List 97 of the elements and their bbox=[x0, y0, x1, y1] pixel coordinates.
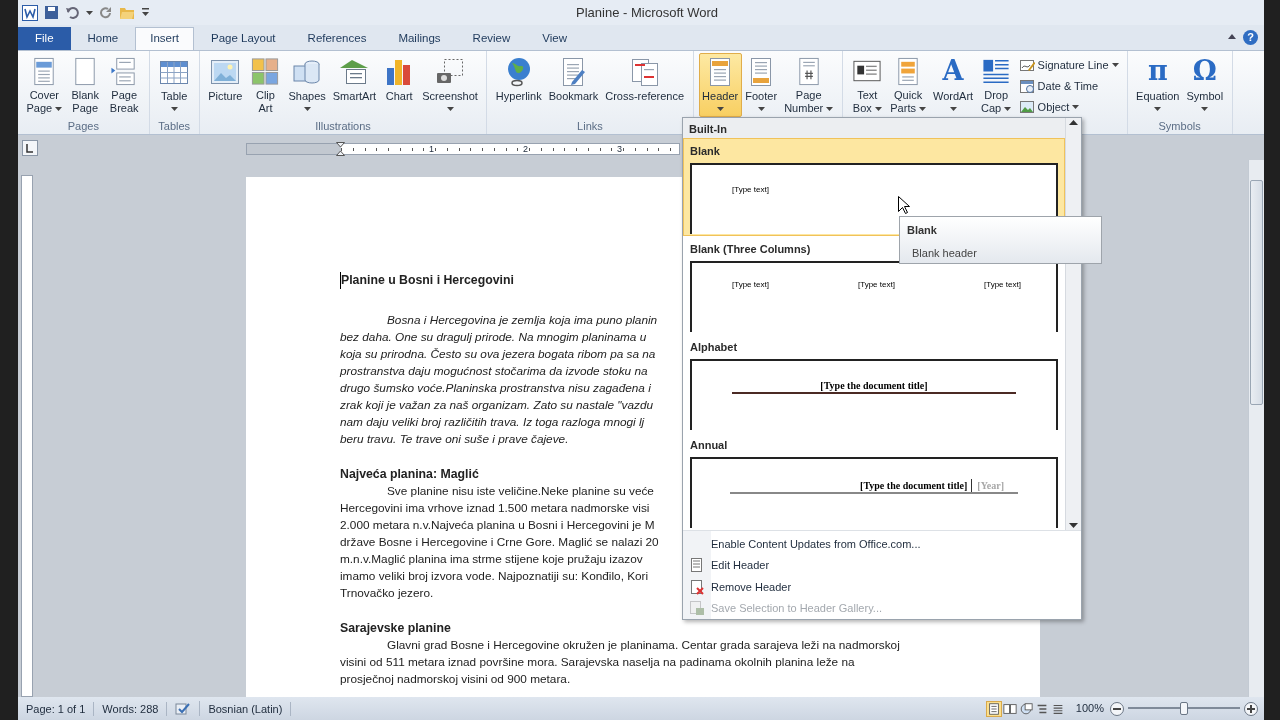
group-label: Links bbox=[576, 119, 604, 134]
ribbon-button[interactable]: Date & Time bbox=[1015, 76, 1122, 96]
ribbon-button[interactable]: Header bbox=[698, 53, 742, 117]
heading: Planine u Bosni i Hercegovini bbox=[340, 272, 514, 289]
minus-icon bbox=[1113, 707, 1121, 710]
scroll-down-icon bbox=[1069, 523, 1078, 528]
ribbon-tab[interactable]: Home bbox=[72, 27, 134, 50]
year-placeholder: [Year] bbox=[971, 478, 1018, 492]
ribbon-button[interactable]: Table bbox=[154, 53, 194, 117]
ribbon-tab[interactable]: View bbox=[527, 27, 582, 50]
group-label: Symbols bbox=[1157, 119, 1202, 134]
save-to-gallery-icon bbox=[689, 600, 705, 617]
paragraph: Sve planine nisu iste veličine.Neke planine su veće Hercegovini ima vrhove iznad 1.500 metara nadmorske visi 2.000 metara n.v.Najveća planina u Bosni i Hercegovini je M države Bosne i Hercegovine i Crne Gore. Maglić se nalazi 20 m.n.v.Maglić planina ima strme stijene koje pružaju izazov imamo veliki broj izvora vode. Najpoznatiji su: Konđilo, Kori Trnovačko jezero. bbox=[340, 483, 659, 602]
ribbon-button[interactable]: Hyperlink bbox=[492, 53, 546, 117]
print-layout-icon bbox=[986, 701, 1001, 716]
ribbon-button[interactable]: Page Number bbox=[780, 53, 837, 117]
ribbon-button[interactable]: Picture bbox=[204, 53, 246, 117]
ruler-number: 1 bbox=[428, 144, 435, 154]
placeholder-text: [Type text] bbox=[984, 278, 1021, 291]
ruler-number: 2 bbox=[522, 144, 529, 154]
proofing-icon bbox=[175, 702, 192, 717]
window-title: Planine - Microsoft Word bbox=[576, 3, 719, 22]
vertical-scrollbar[interactable] bbox=[1248, 160, 1264, 697]
ribbon-button[interactable]: A WordArt bbox=[929, 53, 977, 117]
placeholder-text: [Type text] bbox=[732, 183, 769, 196]
page-count[interactable]: Page: 1 of 1 bbox=[18, 701, 95, 716]
menu-item[interactable]: Edit Header bbox=[683, 554, 1081, 576]
redo-icon bbox=[99, 5, 113, 20]
edit-page-icon bbox=[689, 557, 705, 574]
object-icon bbox=[1018, 99, 1035, 115]
paragraph: Bosna i Hercegovina je zemlja koja ima puno planin bez daha. One su dragulj prirode. Na mnogim planinama u koja su prirodna. Često su ova jezera bogata ribom pa sa na prostranstva daju mogućnost stočarima da izvode stoku na drugo šumsko voće.Planinska prostranstva nisu zagađena i zrak koji je važan za naš organizam. Zato su nastale "vazdu nam daju veliki broj različitih trava. Iz toga razloga mnogi lj beru travu. Te trave oni suše i prave čajeve. bbox=[340, 312, 658, 448]
signature-icon bbox=[1018, 57, 1035, 73]
ribbon-tab[interactable]: Insert bbox=[135, 27, 194, 50]
zoom-out-button[interactable] bbox=[1110, 701, 1124, 716]
web-layout-icon bbox=[1018, 701, 1033, 716]
mouse-pointer-icon bbox=[898, 196, 910, 214]
caret-icon bbox=[86, 10, 93, 15]
remove-page-icon bbox=[689, 578, 705, 595]
placeholder-text: [Type text] bbox=[858, 278, 895, 291]
group-label: Illustrations bbox=[314, 119, 372, 134]
ribbon-tab[interactable]: Review bbox=[457, 27, 526, 50]
language-label[interactable]: Bosnian (Latin) bbox=[200, 701, 292, 716]
ribbon-tab[interactable]: Page Layout bbox=[196, 27, 291, 50]
vertical-ruler[interactable] bbox=[21, 175, 33, 697]
ribbon-button[interactable]: Text Box bbox=[847, 53, 887, 117]
group-label: Tables bbox=[157, 119, 192, 134]
ribbon-button[interactable]: Shapes bbox=[284, 53, 330, 117]
ribbon-button[interactable]: SmartArt bbox=[329, 53, 380, 117]
ribbon-tab[interactable]: References bbox=[292, 27, 382, 50]
ribbon-button[interactable]: Clip Art bbox=[245, 53, 285, 117]
ribbon-button[interactable]: Footer bbox=[741, 53, 781, 117]
plus-icon bbox=[1247, 704, 1255, 713]
help-icon[interactable]: ? bbox=[1243, 30, 1258, 45]
collapse-ribbon-icon bbox=[1228, 34, 1236, 39]
zoom-in-button[interactable] bbox=[1244, 701, 1258, 716]
title-placeholder: [Type the document title] bbox=[820, 379, 928, 391]
undo-icon bbox=[65, 5, 80, 20]
ribbon-button[interactable]: Signature Line bbox=[1015, 55, 1122, 75]
folder-icon bbox=[119, 5, 135, 20]
ribbon-button[interactable]: Cross-reference bbox=[601, 53, 688, 117]
ruler-toggle-icon bbox=[22, 139, 38, 156]
placeholder-text: [Type text] bbox=[732, 278, 769, 291]
paragraph: Glavni grad Bosne i Hercegovine okružen je planinama. Centar grada sarajeva leži na nadmorskoj visini od 511 metara iznad površine mora. Sarajevska naselja na padinama okolnih planina leže na prosječnoj nadmorskoj visini od 900 metara. bbox=[340, 637, 900, 688]
ribbon-tab[interactable]: Mailings bbox=[383, 27, 456, 50]
slider-thumb[interactable] bbox=[1180, 702, 1188, 715]
reading-layout-icon bbox=[1002, 701, 1017, 716]
menu-item[interactable]: Remove Header bbox=[683, 576, 1081, 598]
save-icon bbox=[44, 5, 59, 20]
customize-caret-icon bbox=[141, 7, 150, 18]
ribbon-button[interactable]: Chart bbox=[379, 53, 419, 117]
word-count[interactable]: Words: 288 bbox=[94, 701, 168, 716]
view-button[interactable] bbox=[985, 700, 1002, 717]
scroll-up-icon bbox=[1069, 120, 1078, 125]
menu-item[interactable]: Enable Content Updates from Office.com... bbox=[683, 533, 1081, 555]
ribbon-button[interactable]: Ω Symbol bbox=[1183, 53, 1227, 117]
tooltip: Blank Blank header bbox=[899, 216, 1102, 264]
zoom-level[interactable]: 100% bbox=[1075, 700, 1104, 717]
ribbon-button[interactable]: Drop Cap bbox=[976, 53, 1016, 117]
heading: Sarajevske planine bbox=[340, 620, 451, 637]
horizontal-ruler[interactable]: 1 2 3 bbox=[246, 143, 680, 155]
ribbon-button[interactable]: π Equation bbox=[1132, 53, 1183, 117]
ribbon-button[interactable]: Screenshot bbox=[418, 53, 482, 117]
calendar-icon bbox=[1018, 78, 1035, 94]
group-label: Pages bbox=[66, 119, 100, 134]
ribbon-button[interactable]: Cover Page bbox=[23, 53, 66, 117]
ribbon-button[interactable]: Bookmark bbox=[545, 53, 602, 117]
indent-marker-icon bbox=[336, 142, 345, 156]
title-placeholder: [Type the document title] bbox=[860, 478, 968, 492]
ribbon-button[interactable]: Quick Parts bbox=[886, 53, 930, 117]
word-icon bbox=[22, 4, 38, 21]
ruler-number: 3 bbox=[616, 144, 623, 154]
ribbon-tab[interactable]: File bbox=[18, 27, 71, 50]
ribbon-button[interactable]: Object bbox=[1015, 97, 1122, 117]
heading: Najveća planina: Maglić bbox=[340, 466, 479, 483]
ribbon-button[interactable]: Blank Page bbox=[65, 53, 105, 117]
ribbon-button[interactable]: Page Break bbox=[104, 53, 144, 117]
section-heading: Built-In bbox=[683, 118, 1065, 138]
